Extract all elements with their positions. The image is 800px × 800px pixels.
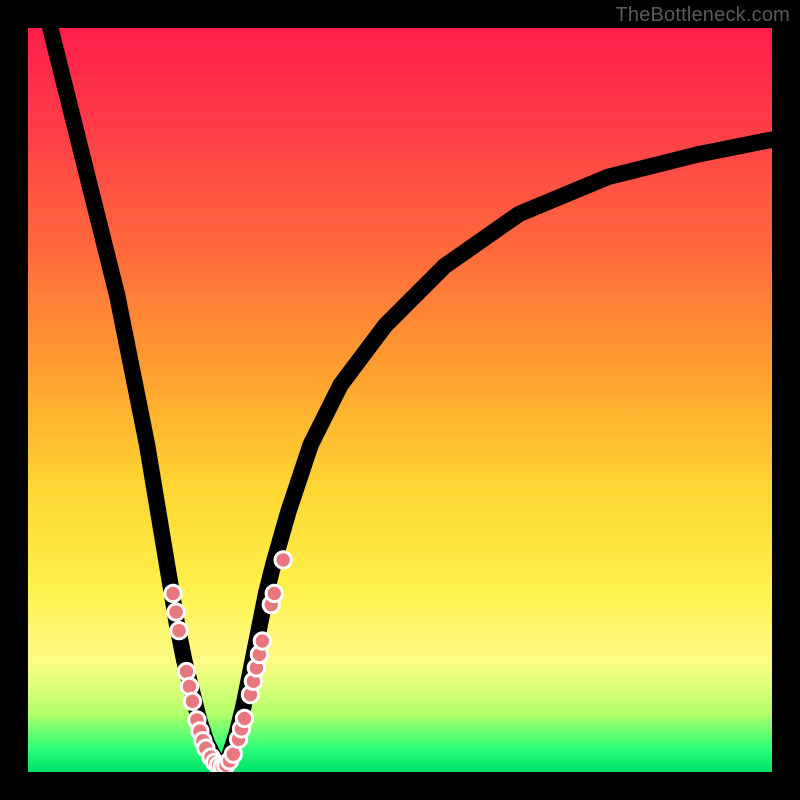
curve-left-branch	[50, 28, 221, 768]
chart-frame: TheBottleneck.com	[0, 0, 800, 800]
data-marker	[236, 710, 252, 726]
chart-svg	[28, 28, 772, 772]
data-marker	[275, 552, 291, 568]
data-marker	[171, 622, 187, 638]
plot-area	[28, 28, 772, 772]
data-marker	[165, 585, 181, 601]
data-marker	[168, 604, 184, 620]
watermark-text: TheBottleneck.com	[615, 4, 790, 27]
data-marker	[266, 585, 282, 601]
data-marker	[254, 633, 270, 649]
curve-right-branch	[221, 140, 772, 769]
data-marker	[184, 693, 200, 709]
